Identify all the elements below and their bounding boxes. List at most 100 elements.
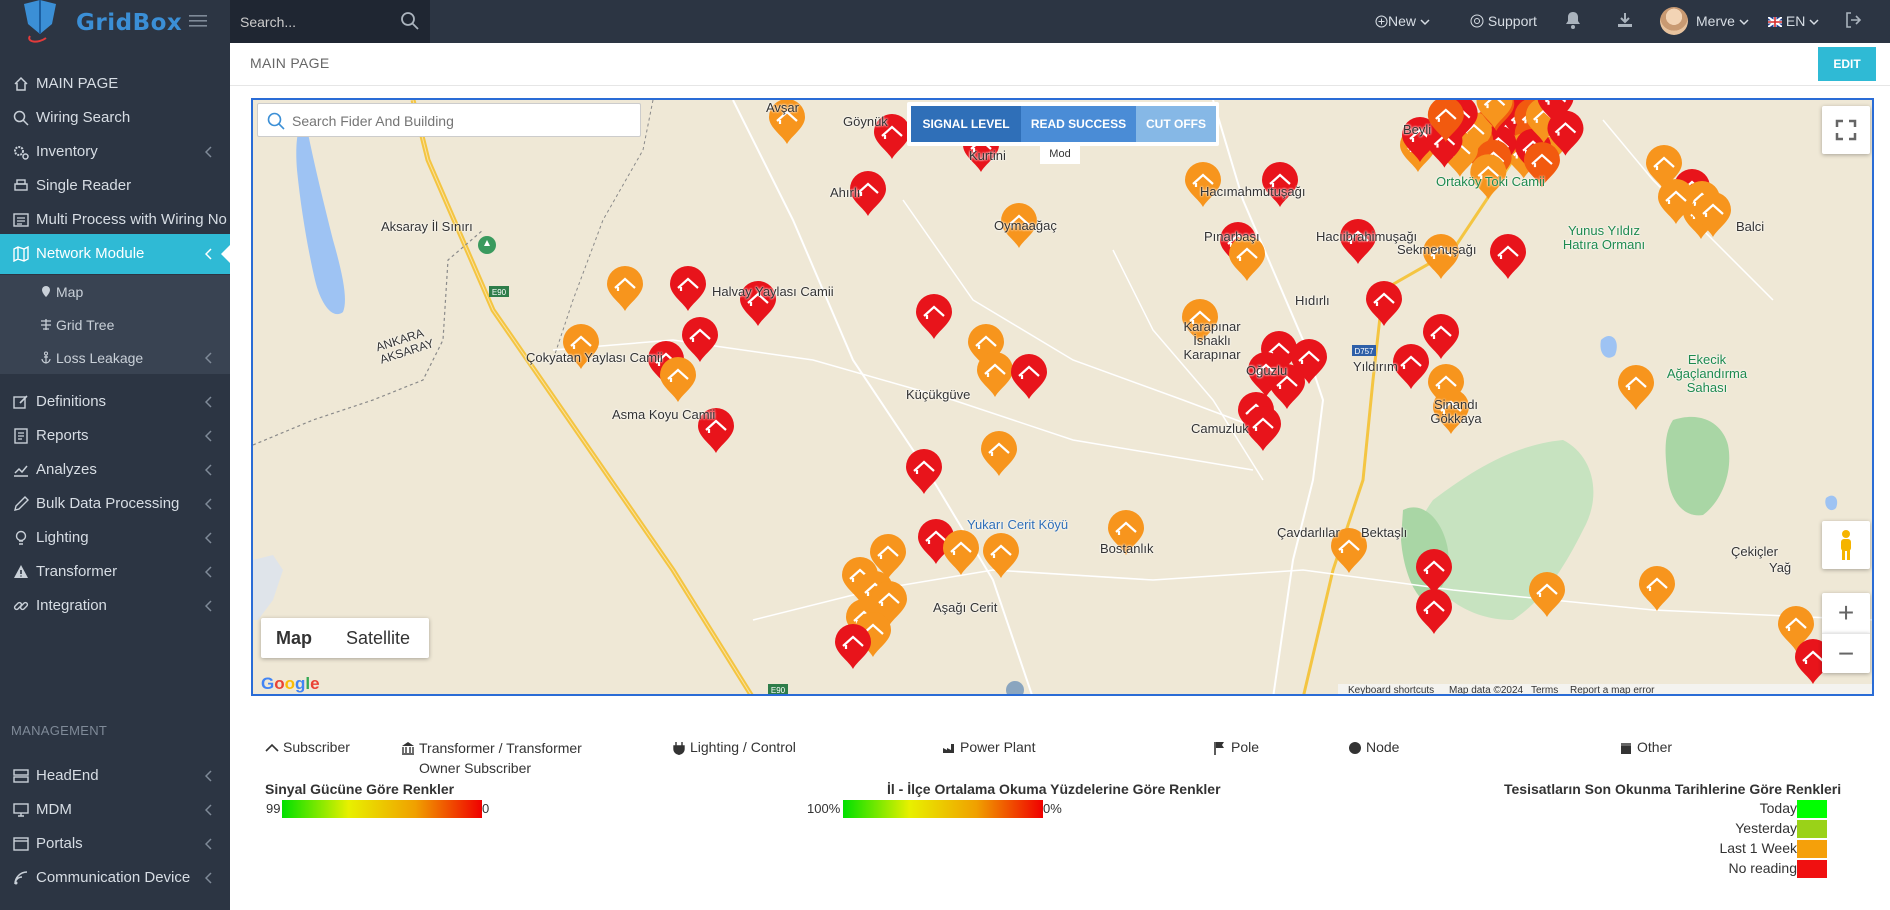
search-icon: [267, 112, 285, 130]
read-legend-max: 0%: [1043, 801, 1062, 816]
signal-legend-max: 0: [482, 801, 490, 816]
place-label: Oğuzlu: [1246, 363, 1288, 378]
fullscreen-icon: [1835, 119, 1857, 141]
logout-icon[interactable]: [1844, 11, 1862, 29]
sidebar-item-label: Network Module: [36, 245, 145, 262]
street-view-pegman[interactable]: [1822, 521, 1870, 569]
mode-signal-level-button[interactable]: SIGNAL LEVEL: [911, 106, 1021, 142]
sidebar-item-label: MDM: [36, 801, 72, 818]
map-data-label: Map data ©2024: [1449, 685, 1524, 696]
window-icon: [13, 837, 29, 851]
place-label: Çavdarlılar: [1277, 525, 1340, 540]
language-label: EN: [1785, 13, 1806, 29]
sidebar-item-communication-device[interactable]: Communication Device: [0, 858, 230, 898]
server-icon: [13, 769, 29, 783]
mode-read-success-button[interactable]: READ SUCCESS: [1021, 106, 1136, 142]
place-label: Beyli: [1403, 122, 1432, 137]
place-label: Balci: [1736, 219, 1765, 234]
search-icon[interactable]: [400, 11, 420, 31]
global-search: [230, 0, 430, 43]
sidebar-subitem-grid-tree[interactable]: Grid Tree: [0, 308, 230, 341]
place-label: Hacımahmutuşağı: [1200, 184, 1306, 199]
chevron-down-icon: [1809, 19, 1819, 26]
new-dropdown[interactable]: New: [1375, 13, 1430, 29]
download-icon[interactable]: [1616, 11, 1634, 29]
chevron-left-icon: [205, 872, 212, 884]
place-label: Avşar: [766, 100, 799, 115]
map-marker-icon: [42, 286, 50, 297]
sidebar-item-integration[interactable]: Integration: [0, 586, 230, 626]
recency-legend-title: Tesisatların Son Okunma Tarihlerine Göre…: [1504, 781, 1842, 797]
terms-link[interactable]: Terms: [1531, 685, 1558, 694]
map-search-input[interactable]: [292, 111, 622, 131]
sidebar-item-label: Analyzes: [36, 461, 97, 478]
keyboard-shortcuts-link[interactable]: Keyboard shortcuts: [1348, 685, 1434, 694]
sidebar-item-label: Inventory: [36, 143, 98, 160]
fullscreen-button[interactable]: [1822, 106, 1870, 154]
svg-text:D757: D757: [1354, 347, 1374, 356]
chevron-left-icon: [205, 770, 212, 782]
bell-icon[interactable]: [1565, 11, 1581, 29]
place-label: Küçükgüve: [906, 387, 971, 402]
map-canvas[interactable]: E90 E90 D757: [253, 100, 1874, 696]
sidebar-item-label: Reports: [36, 427, 89, 444]
mode-toggle-group: SIGNAL LEVEL READ SUCCESS CUT OFFS: [907, 102, 1219, 146]
read-gradient-bar: [843, 800, 1043, 818]
bulb-icon: [15, 530, 27, 545]
place-label: Çokyatan Yaylası Camii: [526, 350, 663, 365]
map-type-control: Map Satellite: [261, 618, 429, 658]
recency-label-today: Today: [1759, 800, 1797, 816]
house-roof-icon: [265, 743, 279, 752]
recency-label-week: Last 1 Week: [1719, 840, 1797, 856]
chevron-left-icon: [205, 498, 212, 510]
support-link[interactable]: Support: [1470, 13, 1537, 29]
chevron-down-icon: [1739, 19, 1749, 26]
place-label: Sinandı Gökkaya: [1430, 397, 1482, 426]
mode-cut-offs-button[interactable]: CUT OFFS: [1136, 106, 1216, 142]
signal-gradient-bar: [282, 800, 482, 818]
chevron-left-icon: [205, 146, 212, 158]
plus-circle-icon: [1375, 15, 1388, 28]
sidebar-item-label: Bulk Data Processing: [36, 495, 180, 512]
report-error-link[interactable]: Report a map error: [1570, 685, 1654, 694]
global-search-input[interactable]: [240, 11, 400, 33]
sidebar-item-label: Lighting: [36, 529, 89, 546]
user-menu[interactable]: Merve: [1696, 13, 1749, 29]
place-label: Aşağı Cerit: [933, 600, 998, 615]
menu-toggle-icon[interactable]: [189, 13, 207, 29]
top-navbar: GridBox New Support Merve EN: [0, 0, 1890, 43]
zoom-out-button[interactable]: −: [1822, 633, 1870, 673]
lifebuoy-icon: [1470, 14, 1484, 28]
place-label: Sekmenuşağı: [1397, 242, 1477, 257]
sidebar-subitem-map[interactable]: Map: [0, 275, 230, 308]
new-label: New: [1388, 13, 1417, 29]
map-type-map-button[interactable]: Map: [261, 618, 327, 658]
sidebar-item-network-module[interactable]: Network Module: [0, 234, 231, 274]
language-selector[interactable]: EN: [1767, 13, 1819, 29]
edit-button[interactable]: EDIT: [1818, 47, 1876, 81]
recency-swatch-today: [1797, 800, 1827, 818]
warning-icon: [14, 565, 28, 578]
read-legend-min: 100%: [807, 801, 841, 816]
search-icon: [13, 110, 29, 126]
sidebar-subitem-loss-leakage[interactable]: Loss Leakage: [0, 341, 230, 374]
user-name: Merve: [1696, 13, 1735, 29]
place-label: Yağ: [1769, 560, 1792, 575]
recency-label-yesterday: Yesterday: [1735, 820, 1797, 836]
read-legend-title: İl - İlçe Ortalama Okuma Yüzdelerine Gör…: [887, 781, 1221, 797]
recency-swatch-no-reading: [1797, 860, 1827, 878]
support-label: Support: [1487, 13, 1537, 29]
sidebar-item-label: MAIN PAGE: [36, 75, 119, 92]
map-type-satellite-button[interactable]: Satellite: [327, 618, 429, 658]
chevron-left-icon: [205, 804, 212, 816]
map-widget[interactable]: E90 E90 D757 Avşar Göynük Kurtini Ahırlı Oym…: [251, 98, 1874, 696]
recency-swatch-week: [1797, 840, 1827, 858]
list-icon: [13, 213, 29, 227]
signal-legend-title: Sinyal Gücüne Göre Renkler: [265, 781, 455, 797]
google-logo: Google: [261, 674, 320, 693]
chart-icon: [14, 465, 28, 477]
user-avatar[interactable]: [1660, 7, 1688, 35]
zoom-in-button[interactable]: +: [1822, 593, 1870, 633]
map-attribution: Keyboard shortcuts Map data ©2024 Terms …: [1338, 684, 1872, 696]
place-label: Hıdırlı: [1295, 293, 1330, 308]
